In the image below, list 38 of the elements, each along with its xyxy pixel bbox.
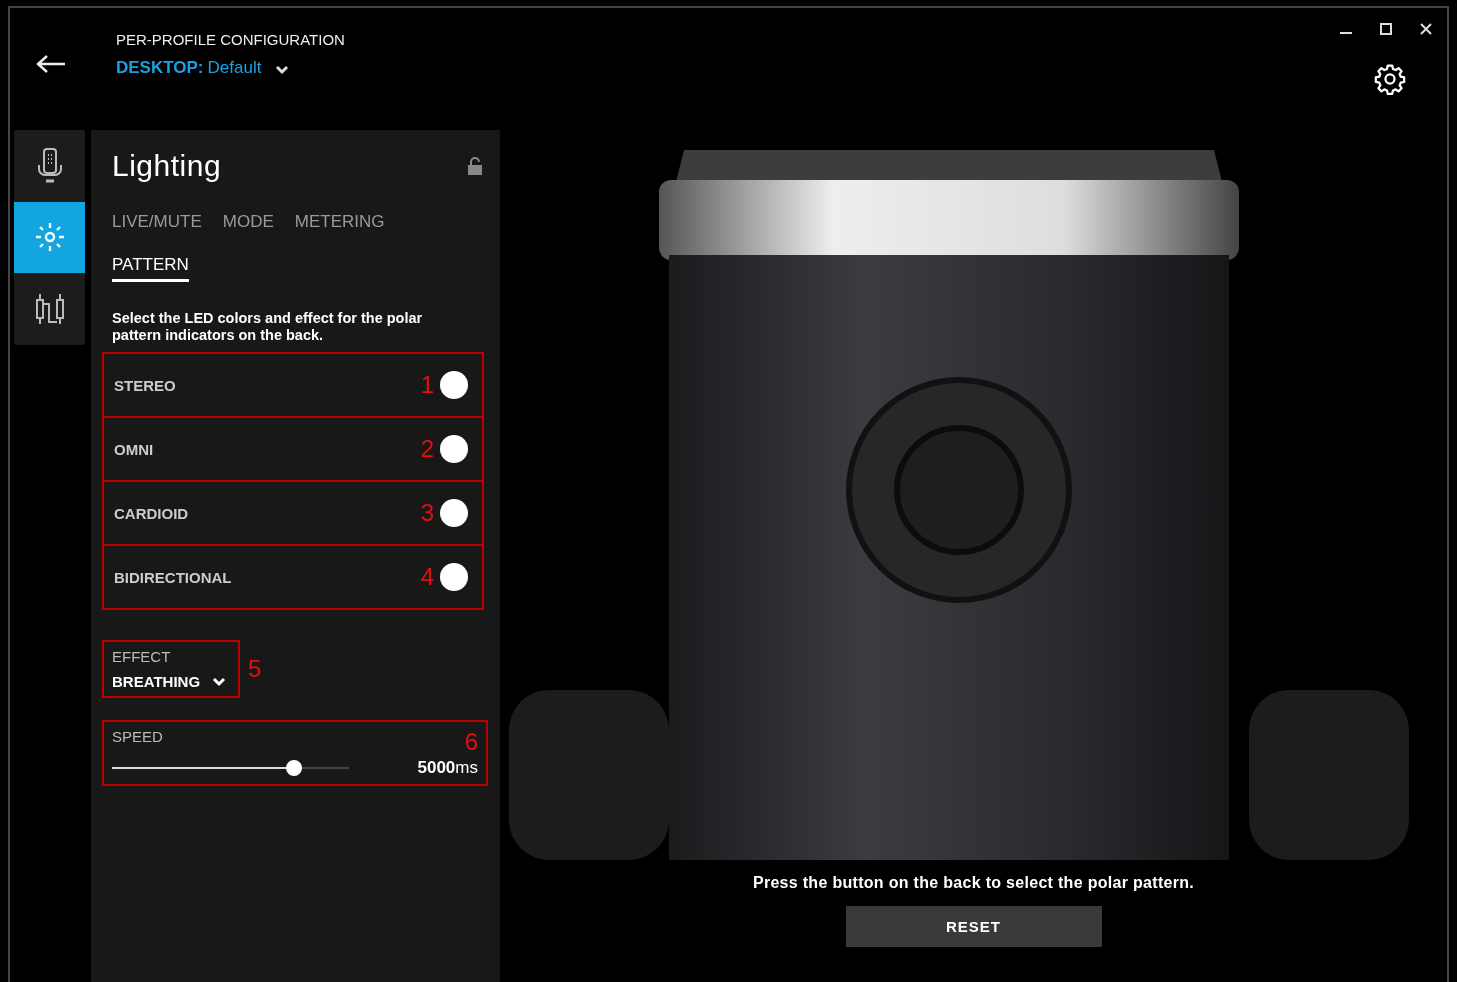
cable-icon	[34, 292, 65, 326]
lighting-tab[interactable]: MODE	[222, 212, 274, 239]
annotation-number: 5	[248, 655, 262, 683]
color-swatch[interactable]	[440, 563, 468, 591]
pattern-label: CARDIOID	[114, 504, 190, 522]
color-swatch[interactable]	[440, 435, 468, 463]
close-icon[interactable]	[1419, 22, 1433, 36]
page-title: PER-PROFILE CONFIGURATION	[116, 30, 345, 48]
annotation-number: 2	[420, 435, 434, 463]
instruction-text: Press the button on the back to select the polar pattern.	[752, 874, 1195, 892]
sidebar-tab[interactable]	[14, 201, 85, 274]
effect-dropdown[interactable]: EFFECT BREATHING	[102, 640, 241, 698]
color-swatch[interactable]	[440, 499, 468, 527]
pattern-label: OMNI	[114, 440, 155, 458]
chevron-down-icon	[275, 64, 290, 75]
annotation-number: 4	[420, 563, 434, 591]
reset-button[interactable]: RESET	[845, 906, 1102, 947]
lighting-tab[interactable]: METERING	[294, 212, 385, 239]
effect-label: EFFECT	[112, 648, 172, 665]
effect-value: BREATHING	[112, 673, 227, 690]
back-arrow-icon[interactable]	[36, 54, 66, 74]
panel-title: Lighting	[112, 149, 222, 183]
pattern-label: STEREO	[114, 376, 177, 394]
annotation-number: 3	[420, 499, 434, 527]
chevron-down-icon	[212, 676, 227, 687]
unlocked-padlock-icon[interactable]	[467, 157, 483, 175]
color-swatch[interactable]	[440, 371, 468, 399]
maximize-icon[interactable]	[1379, 22, 1393, 36]
annotation-number: 1	[420, 371, 434, 399]
profile-dropdown[interactable]: DESKTOP: Default	[116, 57, 345, 78]
lighting-tab[interactable]: LIVE/MUTE	[112, 212, 202, 239]
pattern-label: BIDIRECTIONAL	[114, 568, 233, 586]
speed-label: SPEED	[112, 728, 163, 745]
annotation-number: 6	[464, 728, 478, 756]
speed-reading: 5000ms	[417, 758, 478, 778]
description-text: Select the LED colors and effect for the polar pattern indicators on the back.	[112, 310, 424, 344]
lighting-tab[interactable]: PATTERN	[112, 255, 189, 282]
settings-icon[interactable]	[1373, 62, 1407, 96]
